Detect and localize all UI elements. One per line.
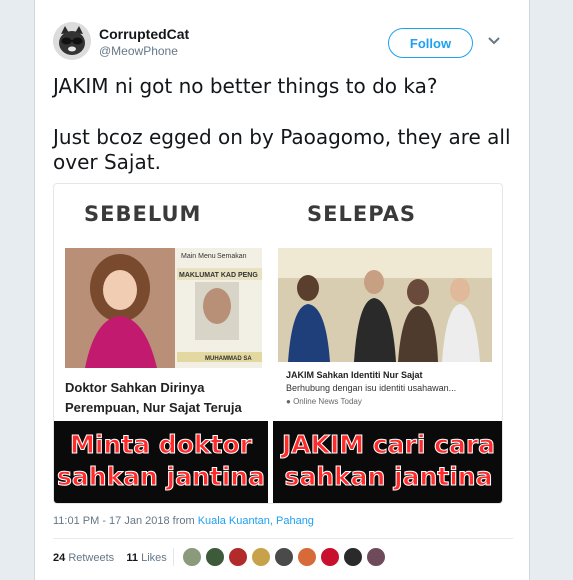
chevron-down-icon[interactable]	[487, 36, 501, 46]
tweet-location[interactable]: Kuala Kuantan, Pahang	[198, 515, 314, 527]
liker-avatar[interactable]	[251, 547, 271, 567]
after-photo	[278, 248, 492, 362]
tweet-card: CorruptedCat @MeowPhone Follow JAKIM ni …	[34, 0, 530, 580]
cat-avatar-icon	[53, 22, 91, 60]
photo-text-name: MUHAMMAD SA	[205, 356, 252, 362]
likes-label: Likes	[141, 552, 167, 564]
user-handle[interactable]: @MeowPhone	[99, 44, 178, 58]
liker-avatar[interactable]	[297, 547, 317, 567]
liker-avatar[interactable]	[366, 547, 386, 567]
after-banner-line2: sahkan jantina	[284, 462, 493, 492]
display-name[interactable]: CorruptedCat	[99, 26, 189, 42]
retweets-count: 24	[53, 552, 66, 564]
before-photo: Main Menu Semakan MAKLUMAT KAD PENG MUHA…	[65, 248, 262, 368]
liker-avatar[interactable]	[274, 547, 294, 567]
likes-count: 11	[126, 552, 139, 564]
likes-stat[interactable]: 11 Likes	[126, 552, 166, 564]
after-caption-title: JAKIM Sahkan Identiti Nur Sajat	[286, 370, 423, 380]
after-caption-source-text: Online News Today	[293, 397, 362, 406]
before-banner-line1: Minta doktor	[70, 430, 253, 460]
after-caption-source: ● Online News Today	[286, 397, 362, 406]
liker-avatar[interactable]	[320, 547, 340, 567]
liker-avatars	[182, 547, 389, 567]
after-banner-line1: JAKIM cari cara	[281, 430, 496, 460]
retweets-label: Retweets	[68, 552, 115, 564]
retweets-stat[interactable]: 24 Retweets	[53, 552, 114, 564]
before-header: SEBELUM	[84, 202, 202, 226]
liker-avatar[interactable]	[205, 547, 225, 567]
photo-text-main-menu: Main Menu	[181, 253, 216, 260]
before-caption: Doktor Sahkan Dirinya Perempuan, Nur Saj…	[65, 378, 270, 418]
before-banner: Minta doktor sahkan jantina	[54, 421, 268, 503]
photo-text-maklumat: MAKLUMAT KAD PENG	[179, 272, 258, 279]
tweet-text: JAKIM ni got no better things to do ka? …	[53, 74, 513, 175]
after-banner: JAKIM cari cara sahkan jantina	[273, 421, 502, 503]
tweet-stats: 24 Retweets 11 Likes	[53, 552, 167, 564]
source-icon: ●	[286, 397, 294, 406]
before-banner-line2: sahkan jantina	[57, 462, 266, 492]
tweet-image[interactable]: SEBELUM SELEPAS Main Menu Semakan MAKLUM…	[53, 183, 503, 504]
avatar[interactable]	[53, 22, 91, 60]
tweet-metadata: 11:01 PM - 17 Jan 2018 from Kuala Kuanta…	[53, 515, 314, 527]
tweet-text-line2: Just bcoz egged on by Paoagomo, they are…	[53, 125, 511, 174]
before-caption-line2: Perempuan, Nur Sajat Teruja	[65, 400, 242, 415]
follow-button[interactable]: Follow	[388, 28, 473, 58]
liker-avatar[interactable]	[228, 547, 248, 567]
tweet-timestamp[interactable]: 11:01 PM - 17 Jan 2018 from	[53, 515, 195, 527]
liker-avatar[interactable]	[182, 547, 202, 567]
divider	[53, 538, 513, 539]
after-caption-subtitle: Berhubung dengan isu identiti usahawan..…	[286, 383, 457, 393]
liker-avatar[interactable]	[343, 547, 363, 567]
before-caption-line1: Doktor Sahkan Dirinya	[65, 380, 205, 395]
photo-text-semakan: Semakan	[217, 253, 247, 260]
after-header: SELEPAS	[307, 202, 417, 226]
stats-separator	[173, 548, 174, 566]
tweet-text-line1: JAKIM ni got no better things to do ka?	[53, 74, 438, 98]
